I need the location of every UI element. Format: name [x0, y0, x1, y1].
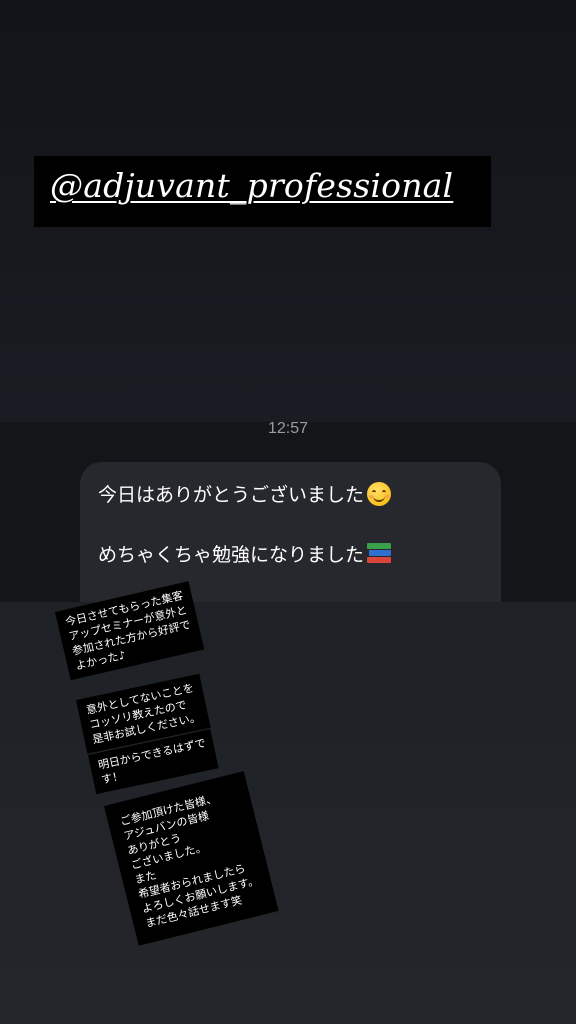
smiling-face-icon [367, 481, 392, 506]
mention-text[interactable]: @adjuvant_professional [50, 166, 453, 205]
message-timestamp: 12:57 [267, 420, 309, 437]
books-icon [367, 542, 392, 565]
message-bubble: 今日はありがとうございました めちゃくちゃ勉強になりました [80, 462, 501, 602]
mention-sticker[interactable]: @adjuvant_professional [34, 156, 491, 227]
message-line-2: めちゃくちゃ勉強になりました [98, 540, 392, 567]
message-text-1: 今日はありがとうございました [98, 484, 365, 506]
text-sticker-4: ご参加頂けた皆様、 アジュバンの皆様 ありがとう ございました。 また 希望者お… [104, 771, 279, 946]
message-text-2: めちゃくちゃ勉強になりました [98, 544, 365, 566]
message-line-1: 今日はありがとうございました [98, 480, 392, 508]
